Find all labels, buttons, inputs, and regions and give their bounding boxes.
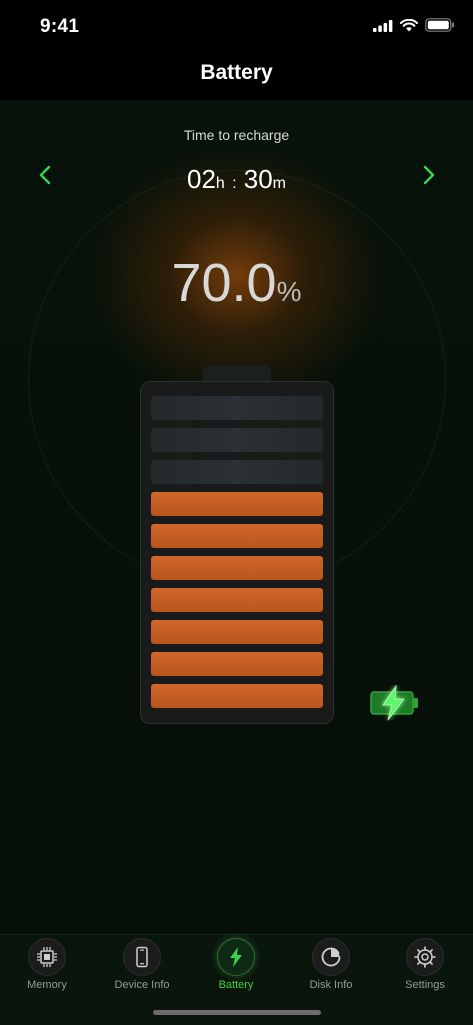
- battery-screen: Time to recharge 02h : 30m 70.0%: [0, 100, 473, 934]
- battery-cell-filled: [151, 492, 323, 516]
- battery-graphic: [140, 381, 334, 724]
- tab-settings[interactable]: Settings: [378, 935, 472, 991]
- status-time: 9:41: [40, 16, 80, 37]
- wifi-icon: [400, 18, 418, 37]
- battery-cell-filled: [151, 588, 323, 612]
- timer-separator: :: [232, 175, 237, 192]
- recharge-label: Time to recharge: [183, 127, 290, 143]
- tab-label: Settings: [405, 979, 445, 991]
- status-icons: [373, 18, 455, 37]
- timer-hours-unit: h: [215, 175, 225, 192]
- status-bar: 9:41: [0, 0, 473, 50]
- home-indicator[interactable]: [153, 1010, 321, 1015]
- battery-cell-empty: [151, 396, 323, 420]
- lightning-icon: [217, 938, 255, 976]
- battery-cell-filled: [151, 556, 323, 580]
- tab-label: Disk Info: [309, 979, 353, 991]
- chevron-right-icon: [423, 165, 435, 190]
- battery-cell-empty: [151, 428, 323, 452]
- timer-minutes-unit: m: [272, 175, 286, 192]
- tab-disk-info[interactable]: Disk Info: [284, 935, 378, 991]
- gear-icon: [406, 938, 444, 976]
- battery-percentage: 70.0%: [0, 252, 473, 314]
- tab-device-info[interactable]: Device Info: [95, 935, 189, 991]
- phone-icon: [123, 938, 161, 976]
- battery-cell-filled: [151, 684, 323, 708]
- charging-battery-icon: [369, 684, 423, 726]
- battery-cell-filled: [151, 620, 323, 644]
- tab-memory[interactable]: Memory: [0, 935, 94, 991]
- percentage-value: 70.0: [171, 253, 277, 313]
- tab-label: Device Info: [114, 979, 170, 991]
- recharge-timer: 02h : 30m: [0, 164, 473, 195]
- page-title: Battery: [200, 61, 273, 84]
- tab-battery[interactable]: Battery: [189, 935, 283, 991]
- chip-icon: [28, 938, 66, 976]
- battery-cells: [151, 396, 323, 716]
- timer-hours: 02: [187, 164, 216, 194]
- next-button[interactable]: [414, 162, 444, 192]
- percentage-sign: %: [276, 276, 302, 307]
- battery-cell-filled: [151, 524, 323, 548]
- disk-icon: [312, 938, 350, 976]
- battery-status-icon: [425, 18, 455, 37]
- nav-bar: Battery: [0, 50, 473, 100]
- battery-cell-filled: [151, 652, 323, 676]
- signal-icon: [373, 19, 393, 37]
- timer-minutes: 30: [243, 164, 273, 194]
- tab-label: Memory: [27, 979, 67, 991]
- battery-cell-empty: [151, 460, 323, 484]
- tab-label: Battery: [218, 979, 254, 991]
